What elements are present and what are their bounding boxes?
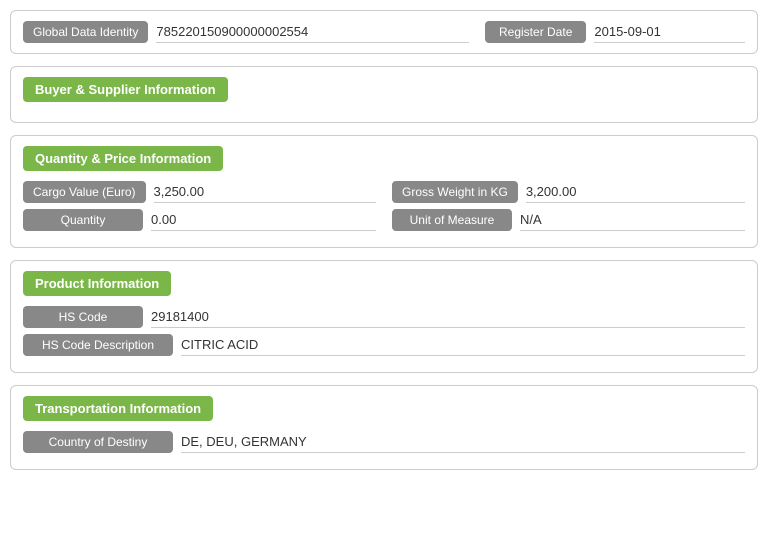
global-data-identity-value: 785220150900000002554 xyxy=(156,21,469,43)
country-of-destiny-value: DE, DEU, GERMANY xyxy=(181,431,745,453)
global-data-identity-row: Global Data Identity 7852201509000000025… xyxy=(23,21,469,43)
hs-code-value: 29181400 xyxy=(151,306,745,328)
product-header: Product Information xyxy=(23,271,171,296)
cargo-value-row: Cargo Value (Euro) 3,250.00 xyxy=(23,181,376,203)
hs-code-desc-label: HS Code Description xyxy=(23,334,173,356)
hs-code-desc-value: CITRIC ACID xyxy=(181,334,745,356)
cargo-gross-row: Cargo Value (Euro) 3,250.00 Gross Weight… xyxy=(23,181,745,209)
product-card: Product Information HS Code 29181400 HS … xyxy=(10,260,758,373)
transportation-card: Transportation Information Country of De… xyxy=(10,385,758,470)
quantity-value: 0.00 xyxy=(151,209,376,231)
cargo-value: 3,250.00 xyxy=(154,181,377,203)
hs-code-label: HS Code xyxy=(23,306,143,328)
quantity-price-header: Quantity & Price Information xyxy=(23,146,223,171)
register-date-row: Register Date 2015-09-01 xyxy=(485,21,745,43)
buyer-supplier-header: Buyer & Supplier Information xyxy=(23,77,228,102)
unit-of-measure-label: Unit of Measure xyxy=(392,209,512,231)
global-data-identity-label: Global Data Identity xyxy=(23,21,148,43)
unit-of-measure-value: N/A xyxy=(520,209,745,231)
quantity-price-card: Quantity & Price Information Cargo Value… xyxy=(10,135,758,248)
register-date-label: Register Date xyxy=(485,21,586,43)
transportation-header: Transportation Information xyxy=(23,396,213,421)
gross-weight-label: Gross Weight in KG xyxy=(392,181,518,203)
quantity-uom-row: Quantity 0.00 Unit of Measure N/A xyxy=(23,209,745,237)
unit-of-measure-row: Unit of Measure N/A xyxy=(392,209,745,231)
quantity-row: Quantity 0.00 xyxy=(23,209,376,231)
hs-code-row: HS Code 29181400 xyxy=(23,306,745,328)
quantity-label: Quantity xyxy=(23,209,143,231)
register-date-value: 2015-09-01 xyxy=(594,21,745,43)
gross-weight-value: 3,200.00 xyxy=(526,181,745,203)
header-card: Global Data Identity 7852201509000000025… xyxy=(10,10,758,54)
country-of-destiny-label: Country of Destiny xyxy=(23,431,173,453)
hs-code-desc-row: HS Code Description CITRIC ACID xyxy=(23,334,745,356)
cargo-value-label: Cargo Value (Euro) xyxy=(23,181,146,203)
gross-weight-row: Gross Weight in KG 3,200.00 xyxy=(392,181,745,203)
country-of-destiny-row: Country of Destiny DE, DEU, GERMANY xyxy=(23,431,745,453)
buyer-supplier-card: Buyer & Supplier Information xyxy=(10,66,758,123)
